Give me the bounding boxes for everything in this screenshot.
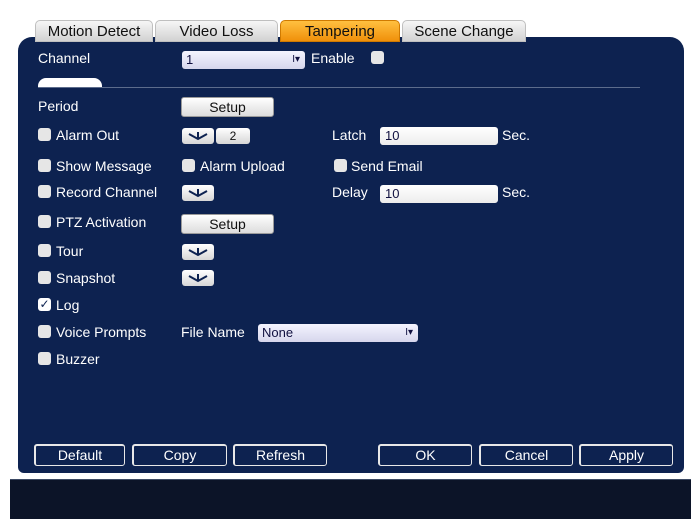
send-email-label: Send Email <box>351 158 423 174</box>
delay-input[interactable]: 10 <box>380 185 498 203</box>
record-channel-checkbox[interactable] <box>38 185 51 198</box>
ptz-activation-label: PTZ Activation <box>56 214 147 230</box>
latch-label: Latch <box>332 127 367 143</box>
alarm-upload-label: Alarm Upload <box>200 158 285 174</box>
snapshot-label: Snapshot <box>56 270 116 286</box>
cancel-button[interactable]: Cancel <box>479 444 573 466</box>
tour-label: Tour <box>56 243 84 259</box>
arrow-down-icon <box>188 274 208 283</box>
send-email-checkbox[interactable] <box>334 159 347 172</box>
arrow-down-icon <box>188 248 208 257</box>
snapshot-checkbox[interactable] <box>38 271 51 284</box>
voice-prompts-label: Voice Prompts <box>56 324 147 340</box>
ptz-activation-checkbox[interactable] <box>38 215 51 228</box>
enable-label: Enable <box>311 50 355 66</box>
tab-motion-detect[interactable]: Motion Detect <box>35 20 153 42</box>
log-checkbox[interactable]: ✓ <box>38 298 51 311</box>
record-channel-label: Record Channel <box>56 184 158 200</box>
tab-tampering[interactable]: Tampering <box>280 20 400 42</box>
channel-select[interactable]: 1 I▾ <box>182 51 305 69</box>
tour-checkbox[interactable] <box>38 244 51 257</box>
file-name-value: None <box>262 325 294 340</box>
alarm-out-label: Alarm Out <box>56 127 120 143</box>
latch-input[interactable]: 10 <box>380 127 498 145</box>
file-name-select[interactable]: None I▾ <box>258 324 418 342</box>
file-name-label: File Name <box>181 324 245 340</box>
buzzer-checkbox[interactable] <box>38 352 51 365</box>
period-label: Period <box>38 98 79 114</box>
snapshot-dropdown-button[interactable] <box>182 270 214 286</box>
tab-video-loss[interactable]: Video Loss <box>155 20 278 42</box>
record-channel-dropdown-button[interactable] <box>182 185 214 201</box>
dropdown-arrow-icon: I▾ <box>292 54 300 65</box>
apply-button[interactable]: Apply <box>579 444 673 466</box>
ptz-setup-button[interactable]: Setup <box>181 214 274 234</box>
alarm-out-checkbox[interactable] <box>38 128 51 141</box>
show-message-label: Show Message <box>56 158 152 174</box>
alarm-out-number[interactable]: 2 <box>216 128 250 144</box>
latch-unit: Sec. <box>502 127 531 143</box>
tour-dropdown-button[interactable] <box>182 244 214 260</box>
arrow-down-icon <box>188 132 208 141</box>
show-message-checkbox[interactable] <box>38 159 51 172</box>
bottom-status-bar <box>10 480 691 519</box>
enable-checkbox[interactable] <box>371 51 384 64</box>
refresh-button[interactable]: Refresh <box>233 444 327 466</box>
delay-label: Delay <box>332 184 368 200</box>
default-button[interactable]: Default <box>34 444 125 466</box>
alarm-upload-checkbox[interactable] <box>182 159 195 172</box>
buzzer-label: Buzzer <box>56 351 100 367</box>
ok-button[interactable]: OK <box>378 444 472 466</box>
section-divider <box>38 87 640 88</box>
delay-unit: Sec. <box>502 184 531 200</box>
voice-prompts-checkbox[interactable] <box>38 325 51 338</box>
tab-scene-change[interactable]: Scene Change <box>402 20 526 42</box>
channel-value: 1 <box>186 52 194 67</box>
channel-label: Channel <box>38 50 91 66</box>
dropdown-arrow-icon: I▾ <box>405 327 413 338</box>
alarm-out-dropdown-button[interactable] <box>182 128 214 144</box>
period-setup-button[interactable]: Setup <box>181 97 274 117</box>
arrow-down-icon <box>188 189 208 198</box>
copy-button[interactable]: Copy <box>132 444 227 466</box>
settings-panel <box>18 37 684 473</box>
log-label: Log <box>56 297 80 313</box>
